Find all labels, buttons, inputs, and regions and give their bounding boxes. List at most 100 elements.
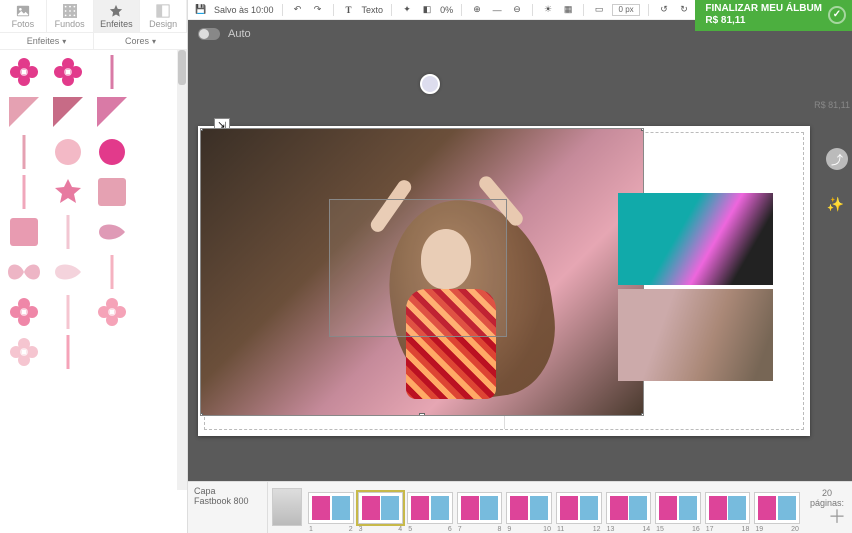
- page-count-number: 20: [802, 488, 852, 498]
- border-icon[interactable]: ▭: [592, 3, 606, 17]
- layout-icon: [156, 4, 170, 18]
- auto-label: Auto: [228, 28, 251, 40]
- cover-product: Fastbook 800: [194, 496, 261, 506]
- check-icon: ✓: [828, 6, 846, 24]
- resize-handle[interactable]: [200, 413, 203, 416]
- zoom-out-icon[interactable]: ⊖: [510, 3, 524, 17]
- magic-wand-icon[interactable]: ✨: [827, 196, 844, 213]
- ornament-item[interactable]: [92, 94, 132, 130]
- rotate-left-icon[interactable]: ↺: [657, 3, 671, 17]
- text-tool-icon[interactable]: T: [342, 3, 356, 17]
- redo-button[interactable]: ↷: [311, 3, 325, 17]
- rotate-right-icon[interactable]: ↻: [677, 3, 691, 17]
- secondary-photo-2[interactable]: [618, 289, 773, 381]
- page-thumbnail[interactable]: 910: [506, 492, 552, 524]
- cover-info: Capa Fastbook 800: [188, 482, 268, 533]
- page-thumbnail[interactable]: 56: [407, 492, 453, 524]
- resize-handle[interactable]: [419, 413, 425, 416]
- effects-icon[interactable]: ✦: [400, 3, 414, 17]
- ornament-item[interactable]: [92, 254, 132, 290]
- zoom-slider[interactable]: —: [490, 3, 504, 17]
- save-status: Salvo às 10:00: [214, 5, 274, 15]
- safe-area: [204, 132, 804, 430]
- page-thumbnails: 1234567891011121314151617181920: [306, 482, 802, 533]
- ornament-item[interactable]: [48, 334, 88, 370]
- page-thumbnail[interactable]: 12: [308, 492, 354, 524]
- left-sidebar: Fotos Fundos Enfeites Design Enfeites▾ C…: [0, 0, 188, 533]
- ornament-item[interactable]: [4, 254, 44, 290]
- ornament-item[interactable]: [48, 54, 88, 90]
- sidebar-tab-fotos[interactable]: Fotos: [0, 0, 47, 32]
- filter-label: Enfeites: [27, 36, 60, 46]
- price-echo: R$ 81,11: [814, 100, 850, 110]
- chevron-down-icon: ▾: [62, 37, 66, 46]
- image-icon: [16, 4, 30, 18]
- border-px-input[interactable]: 0 px: [612, 4, 640, 16]
- secondary-photo-1[interactable]: [618, 193, 773, 285]
- ornament-item[interactable]: [92, 214, 132, 250]
- resize-handle[interactable]: [641, 128, 644, 131]
- page-thumbnail[interactable]: 1516: [655, 492, 701, 524]
- ornament-item[interactable]: [92, 174, 132, 210]
- cover-thumbnail[interactable]: [272, 488, 302, 526]
- page-thumbnail[interactable]: 1718: [705, 492, 751, 524]
- ornament-item[interactable]: [4, 134, 44, 170]
- ornament-item[interactable]: [92, 134, 132, 170]
- zoom-in-icon[interactable]: ⊕: [470, 3, 484, 17]
- collaborator-avatar[interactable]: [420, 74, 440, 94]
- brightness-icon[interactable]: ☀: [541, 3, 555, 17]
- page-thumbnail[interactable]: 1112: [556, 492, 602, 524]
- page-thumbnail[interactable]: 34: [358, 492, 404, 524]
- ornament-item[interactable]: [4, 94, 44, 130]
- undo-button[interactable]: ↶: [291, 3, 305, 17]
- ornament-item[interactable]: [4, 294, 44, 330]
- ornament-item[interactable]: [48, 94, 88, 130]
- page-thumbnail[interactable]: 1314: [606, 492, 652, 524]
- chevron-down-icon: ▾: [152, 37, 156, 46]
- ornament-item[interactable]: [48, 254, 88, 290]
- add-page-button[interactable]: ＋: [828, 503, 846, 529]
- star-icon: [109, 4, 123, 18]
- ornament-item[interactable]: [48, 174, 88, 210]
- page-filmstrip: Capa Fastbook 800 1234567891011121314151…: [188, 481, 852, 533]
- scroll-thumb[interactable]: [178, 50, 186, 85]
- resize-handle[interactable]: [641, 413, 644, 416]
- page-spread: ⇲: [198, 126, 810, 436]
- filter-enfeites[interactable]: Enfeites▾: [0, 33, 94, 49]
- image-adjust-icon[interactable]: ▦: [561, 3, 575, 17]
- crop-selection[interactable]: [329, 199, 507, 337]
- filter-label: Cores: [125, 36, 149, 46]
- pattern-icon: [63, 4, 77, 18]
- ornament-item[interactable]: [4, 174, 44, 210]
- save-icon[interactable]: 💾: [194, 3, 208, 17]
- px-value: 0 px: [619, 5, 634, 14]
- ornament-item[interactable]: [4, 334, 44, 370]
- sidebar-scrollbar[interactable]: [177, 50, 187, 490]
- share-icon[interactable]: ⤴: [826, 148, 848, 170]
- ornament-item[interactable]: [92, 54, 132, 90]
- ornament-item[interactable]: [4, 214, 44, 250]
- sidebar-tab-design[interactable]: Design: [140, 0, 187, 32]
- ornament-item[interactable]: [92, 294, 132, 330]
- sidebar-tabs: Fotos Fundos Enfeites Design: [0, 0, 187, 32]
- sidebar-tab-fundos[interactable]: Fundos: [47, 0, 94, 32]
- opacity-icon[interactable]: ◧: [420, 3, 434, 17]
- filter-cores[interactable]: Cores▾: [94, 33, 187, 49]
- page-thumbnail[interactable]: 1920: [754, 492, 800, 524]
- sidebar-tab-enfeites[interactable]: Enfeites: [94, 0, 141, 32]
- cover-label: Capa: [194, 486, 261, 496]
- finalize-album-button[interactable]: FINALIZAR MEU ÁLBUM R$ 81,11 ✓: [695, 0, 852, 31]
- ornament-item[interactable]: [48, 134, 88, 170]
- sidebar-tab-label: Enfeites: [100, 19, 133, 29]
- ornament-item[interactable]: [48, 214, 88, 250]
- canvas-area[interactable]: R$ 81,11 ⤴ ✨ ⇲: [188, 48, 852, 481]
- sidebar-tab-label: Design: [149, 19, 177, 29]
- main-photo[interactable]: [200, 128, 644, 416]
- finalize-title: FINALIZAR MEU ÁLBUM: [705, 3, 822, 15]
- sidebar-filters: Enfeites▾ Cores▾: [0, 32, 187, 50]
- page-thumbnail[interactable]: 78: [457, 492, 503, 524]
- auto-toggle[interactable]: [198, 28, 220, 40]
- resize-handle[interactable]: [200, 128, 203, 131]
- ornament-item[interactable]: [4, 54, 44, 90]
- ornament-item[interactable]: [48, 294, 88, 330]
